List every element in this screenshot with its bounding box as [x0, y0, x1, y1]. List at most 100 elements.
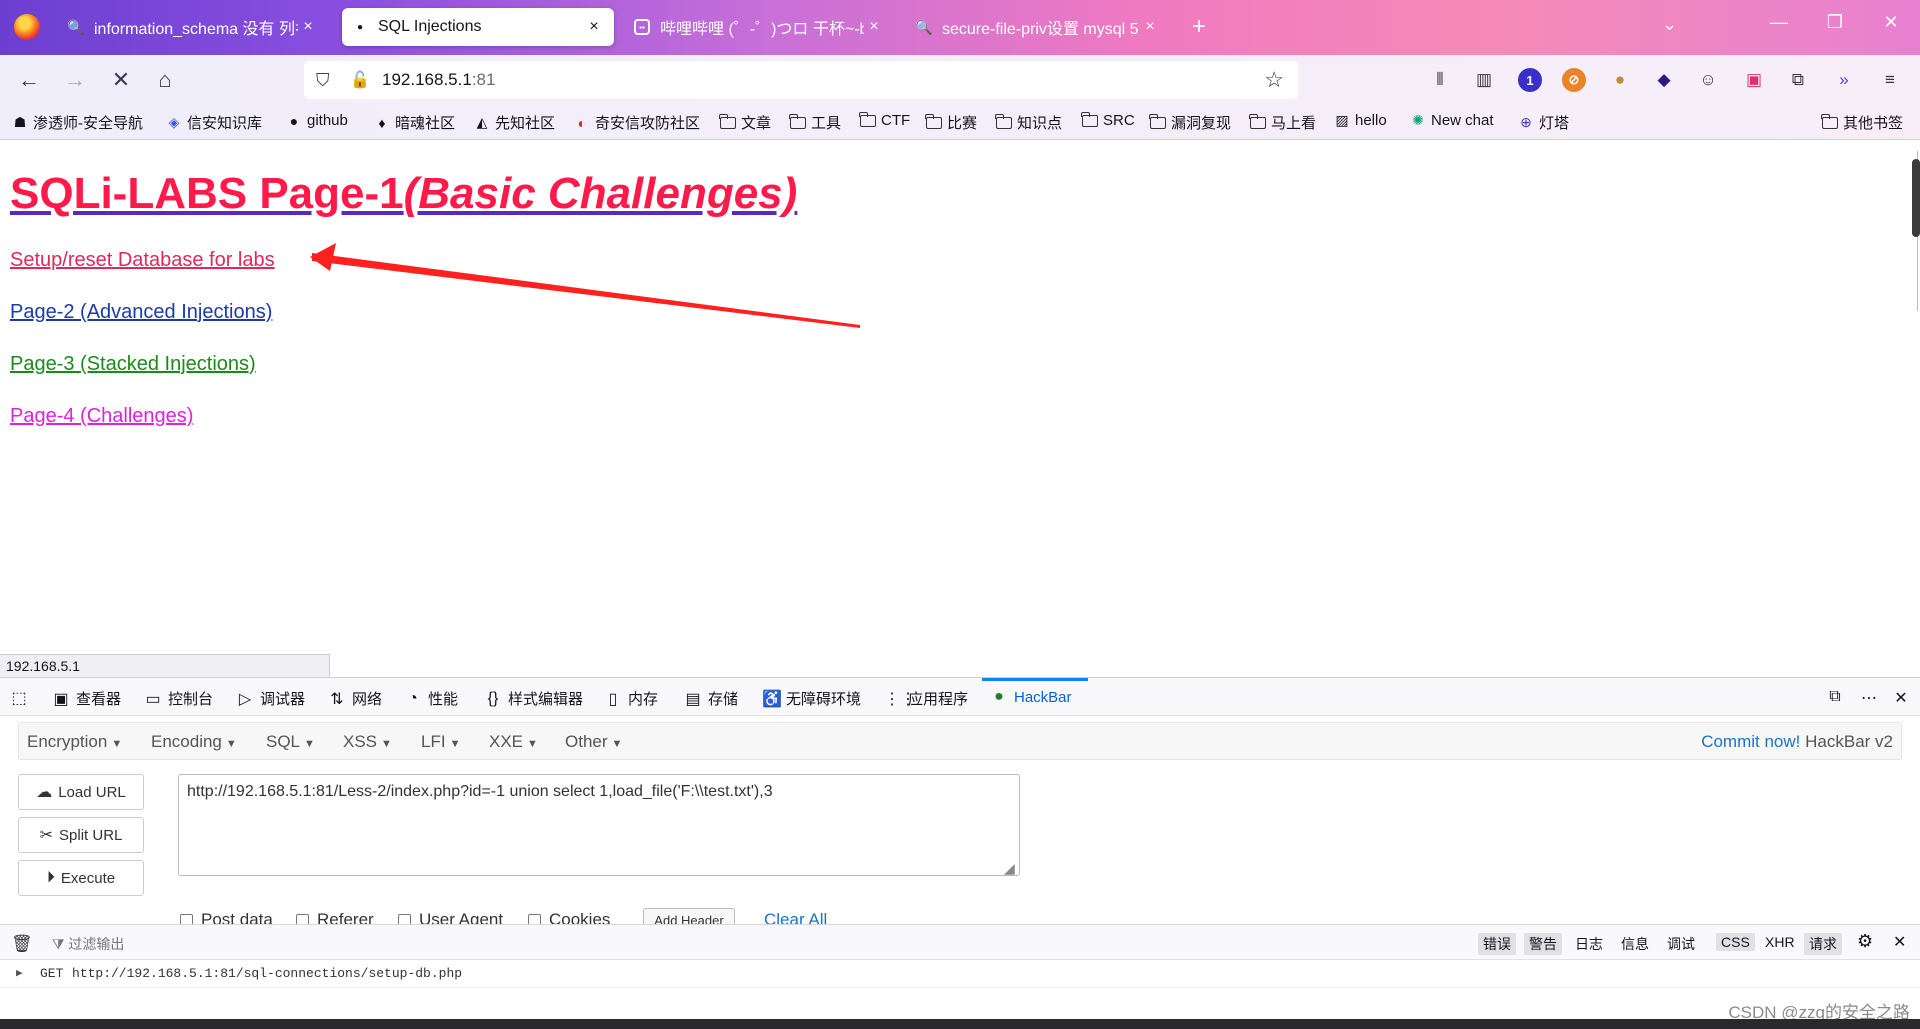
console-log-row[interactable]: ▶ GET http://192.168.5.1:81/sql-connecti…	[0, 960, 1920, 988]
tab-debugger[interactable]: ▷ 调试器	[236, 688, 305, 709]
address-url[interactable]: 192.168.5.1:81	[382, 70, 495, 90]
menu-sql[interactable]: SQL ▼	[266, 732, 315, 752]
badge-one-extension-icon[interactable]: 1	[1518, 68, 1542, 92]
bookmark-folder-other[interactable]: 其他书签	[1821, 112, 1903, 133]
face-extension-icon[interactable]: ☺	[1696, 68, 1720, 92]
insecure-lock-icon[interactable]: 🔓	[350, 70, 370, 90]
forward-button[interactable]: →	[60, 65, 90, 95]
trash-icon[interactable]: 🗑	[11, 934, 33, 954]
extensions-puzzle-icon[interactable]: ⧉	[1786, 68, 1810, 92]
level-info[interactable]: 信息	[1616, 933, 1654, 955]
close-split-console-icon[interactable]: ✕	[1888, 931, 1911, 953]
type-requests[interactable]: 请求	[1804, 933, 1842, 955]
bookmark-item[interactable]: ♦ 暗魂社区	[374, 112, 455, 133]
close-icon[interactable]: ×	[864, 18, 884, 36]
minimize-button[interactable]: —	[1756, 12, 1802, 33]
expand-triangle-icon[interactable]: ▶	[16, 966, 23, 980]
restore-button[interactable]: ❐	[1812, 12, 1858, 33]
close-devtools-icon[interactable]: ✕	[1892, 688, 1916, 708]
type-css[interactable]: CSS	[1716, 933, 1755, 951]
tab-memory[interactable]: ▯ 内存	[604, 688, 658, 709]
link-page-4-challenges[interactable]: Page-4 (Challenges)	[10, 405, 193, 428]
log-url-link[interactable]: http://192.168.5.1:81/sql-connections/se…	[72, 966, 462, 981]
stop-loading-button[interactable]: ✕	[106, 65, 136, 95]
tab-style-editor[interactable]: {} 样式编辑器	[484, 688, 583, 709]
tab-list-chevron-icon[interactable]: ⌄	[1662, 14, 1677, 35]
tab-bilibili[interactable]: ▪▪ 哔哩哔哩 (゜-゜)つロ 干杯~-bili ×	[624, 8, 894, 46]
level-logs[interactable]: 日志	[1570, 933, 1608, 955]
bookmark-item[interactable]: ● github	[286, 112, 348, 129]
tab-accessibility[interactable]: ♿ 无障碍环境	[762, 688, 861, 709]
library-icon[interactable]: ⫴	[1428, 68, 1452, 92]
filter-output-input[interactable]: ⧩ 过滤输出	[52, 934, 124, 954]
bookmark-folder[interactable]: SRC	[1081, 111, 1135, 129]
menu-encoding[interactable]: Encoding ▼	[151, 732, 237, 752]
blocker-extension-icon[interactable]: ⊘	[1562, 68, 1586, 92]
more-options-icon[interactable]: ⋯	[1860, 688, 1884, 708]
menu-encryption[interactable]: Encryption ▼	[27, 732, 122, 752]
menu-xss[interactable]: XSS ▼	[343, 732, 392, 752]
level-debug[interactable]: 调试	[1662, 933, 1700, 955]
tab-information-schema[interactable]: 🔍 information_schema 没有 列名 ×	[58, 8, 328, 46]
bookmark-item[interactable]: ◭ 先知社区	[474, 112, 555, 133]
home-button[interactable]: ⌂	[150, 65, 180, 95]
level-warnings[interactable]: 警告	[1524, 933, 1562, 955]
window-close-button[interactable]: ✕	[1868, 12, 1914, 33]
address-bar[interactable]: ⛉ 🔓 192.168.5.1:81 ☆	[304, 61, 1298, 99]
bookmark-star-icon[interactable]: ☆	[1264, 67, 1284, 93]
menu-other[interactable]: Other ▼	[565, 732, 622, 752]
bookmark-item[interactable]: ◐ 奇安信攻防社区	[574, 112, 700, 133]
link-page-3-stacked[interactable]: Page-3 (Stacked Injections)	[10, 353, 256, 376]
element-picker-icon[interactable]: ⬚	[10, 688, 34, 708]
menu-lfi[interactable]: LFI ▼	[421, 732, 460, 752]
menu-xxe[interactable]: XXE ▼	[489, 732, 538, 752]
layers-extension-icon[interactable]: ◆	[1652, 68, 1676, 92]
bookmark-folder[interactable]: 知识点	[995, 112, 1062, 133]
close-icon[interactable]: ×	[298, 18, 318, 36]
page-scrollbar[interactable]	[1912, 159, 1920, 237]
dock-side-icon[interactable]: ⧉	[1826, 688, 1850, 706]
tab-network[interactable]: ⇅ 网络	[328, 688, 382, 709]
link-setup-reset-database[interactable]: Setup/reset Database for labs	[10, 249, 275, 272]
page-title[interactable]: SQLi-LABS Page-1(Basic Challenges)	[10, 169, 797, 219]
hackbar-url-input[interactable]	[178, 774, 1020, 876]
tab-sql-injections[interactable]: ● SQL Injections ×	[342, 8, 614, 46]
load-url-button[interactable]: ☁ Load URL	[18, 774, 144, 810]
tab-application[interactable]: ⋮⋮ 应用程序	[884, 688, 968, 709]
tab-storage[interactable]: ▤ 存储	[684, 688, 738, 709]
cookie-extension-icon[interactable]: ●	[1608, 68, 1632, 92]
bookmark-folder[interactable]: CTF	[859, 111, 910, 129]
firefox-logo-icon[interactable]	[14, 14, 40, 40]
bookmark-folder[interactable]: 漏洞复现	[1149, 112, 1231, 133]
bookmark-item[interactable]: ☗ 渗透师-安全导航	[12, 112, 143, 133]
commit-now-link[interactable]: Commit now!	[1701, 732, 1800, 751]
bookmark-item[interactable]: ▨ hello	[1334, 112, 1386, 129]
hamburger-menu-icon[interactable]: ≡	[1878, 68, 1902, 92]
close-icon[interactable]: ×	[584, 18, 604, 36]
overflow-chevron-icon[interactable]: »	[1832, 68, 1856, 92]
bookmark-folder[interactable]: 工具	[789, 112, 841, 133]
sidebar-icon[interactable]: ▥	[1472, 68, 1496, 92]
execute-button[interactable]: ⏵ Execute	[18, 860, 144, 896]
split-url-button[interactable]: ✂ Split URL	[18, 817, 144, 853]
type-xhr[interactable]: XHR	[1760, 933, 1800, 951]
tracking-shield-icon[interactable]: ⛉	[316, 70, 336, 90]
bookmark-folder[interactable]: 比赛	[925, 112, 977, 133]
level-errors[interactable]: 错误	[1478, 933, 1516, 955]
new-tab-button[interactable]: +	[1192, 14, 1206, 40]
tab-secure-file-priv[interactable]: 🔍 secure-file-priv设置 mysql 5.7 ×	[906, 8, 1170, 46]
bookmark-folder[interactable]: 马上看	[1249, 112, 1316, 133]
tab-performance[interactable]: ◔ 性能	[404, 688, 458, 709]
translate-extension-icon[interactable]: ▣	[1742, 68, 1766, 92]
bookmark-folder[interactable]: 文章	[719, 112, 771, 133]
bookmark-item[interactable]: ✺ New chat	[1410, 112, 1493, 129]
console-settings-gear-icon[interactable]: ⚙	[1852, 930, 1878, 953]
bookmark-item[interactable]: ⊕ 灯塔	[1518, 112, 1569, 133]
back-button[interactable]: ←	[14, 65, 44, 95]
resize-handle-icon[interactable]: ◢	[1004, 860, 1015, 877]
close-icon[interactable]: ×	[1140, 18, 1160, 36]
tab-hackbar[interactable]: ● HackBar	[990, 688, 1071, 706]
tab-inspector[interactable]: ▣ 查看器	[52, 688, 121, 709]
tab-console[interactable]: ▭ 控制台	[144, 688, 213, 709]
link-page-2-advanced[interactable]: Page-2 (Advanced Injections)	[10, 301, 272, 324]
